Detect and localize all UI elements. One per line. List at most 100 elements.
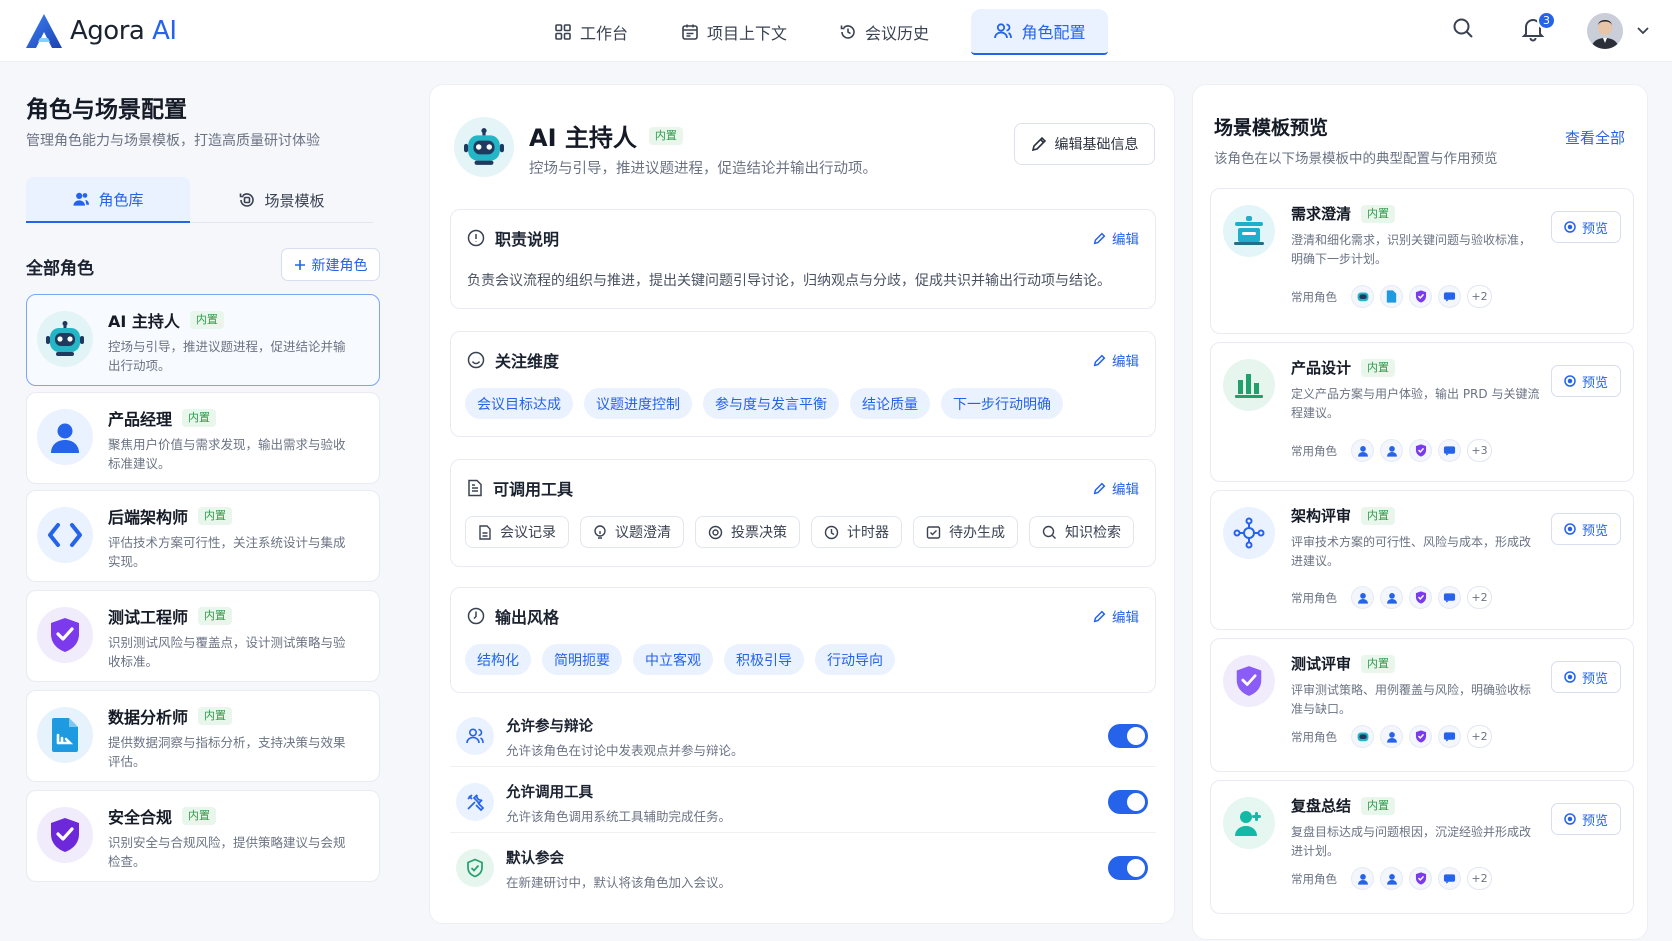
pencil-icon	[1031, 136, 1046, 152]
role-title: AI 主持人	[529, 124, 637, 152]
scene-card-product-design[interactable]: 产品设计 内置 定义产品方案与用户体验，输出 PRD 与关键流程建议。 预览 常用…	[1210, 342, 1634, 482]
duty-section: 职责说明 编辑 负责会议流程的组织与推进，提出关键问题引导讨论，归纳观点与分歧，…	[450, 209, 1156, 309]
role-card-product-manager[interactable]: 产品经理 内置 聚焦用户价值与需求发现，输出需求与验收标准建议。	[26, 392, 380, 484]
user-avatar[interactable]	[1587, 13, 1623, 49]
robot-icon	[37, 311, 93, 367]
default-join-toggle[interactable]	[1108, 856, 1148, 880]
toggle-desc: 在新建研讨中，默认将该角色加入会议。	[506, 875, 732, 890]
nav-project-context[interactable]: 项目上下文	[664, 9, 804, 55]
chart-icon	[1223, 359, 1275, 411]
tab-role-library[interactable]: 角色库	[26, 177, 190, 223]
debate-toggle[interactable]	[1108, 724, 1148, 748]
preview-button[interactable]: 预览	[1551, 661, 1621, 693]
person-icon	[1351, 586, 1374, 609]
vote-icon	[708, 525, 723, 539]
role-name: 产品经理	[108, 410, 173, 429]
tab-scene-templates[interactable]: 场景模板	[190, 177, 373, 223]
builtin-tag: 内置	[189, 311, 224, 329]
builtin-tag: 内置	[1361, 204, 1396, 223]
role-card-data-analyst[interactable]: 数据分析师 内置 提供数据洞察与指标分析，支持决策与效果评估。	[26, 690, 380, 782]
role-desc: 聚焦用户价值与需求发现，输出需求与验收标准建议。	[108, 437, 346, 471]
smile-icon	[467, 351, 485, 369]
role-detail-panel: AI 主持人 内置 控场与引导，推进议题进程，促造结论并输出行动项。 编辑基础信息…	[429, 84, 1175, 924]
scene-card-arch-review[interactable]: 架构评审 内置 评审技术方案的可行性、风险与成本，形成改进建议。 预览 常用角色 …	[1210, 490, 1634, 630]
scene-desc: 复盘目标达成与问题根因，沉淀经验并形成改进计划。	[1291, 825, 1532, 858]
logo[interactable]: Agora AI	[24, 12, 177, 50]
preview-button[interactable]: 预览	[1551, 803, 1621, 835]
common-roles: 常用角色 +2	[1291, 586, 1492, 609]
role-subtitle: 控场与引导，推进议题进程，促造结论并输出行动项。	[529, 161, 877, 177]
edit-basic-info-button[interactable]: 编辑基础信息	[1014, 123, 1155, 165]
edit-button[interactable]: 编辑	[1093, 478, 1139, 498]
person-icon	[1351, 867, 1374, 890]
view-all-link[interactable]: 查看全部	[1565, 127, 1625, 148]
role-name: 数据分析师	[108, 708, 189, 727]
edit-button[interactable]: 编辑	[1093, 606, 1139, 626]
scene-card-retrospective[interactable]: 复盘总结 内置 复盘目标达成与问题根因，沉淀经验并形成改进计划。 预览 常用角色 …	[1210, 780, 1634, 914]
preview-button[interactable]: 预览	[1551, 211, 1621, 243]
toggle-desc: 允许该角色调用系统工具辅助完成任务。	[506, 809, 732, 824]
scene-card-requirements[interactable]: 需求澄清 内置 澄清和细化需求，识别关键问题与验收标准，明确下一步计划。 预览 常…	[1210, 188, 1634, 334]
edit-button[interactable]: 编辑	[1093, 350, 1139, 370]
shield-check-icon	[37, 807, 93, 863]
preview-button[interactable]: 预览	[1551, 365, 1621, 397]
shield-check-icon	[1409, 285, 1432, 308]
robot-icon	[454, 117, 514, 177]
tool-chip[interactable]: 知识检索	[1029, 516, 1134, 548]
edit-button[interactable]: 编辑	[1093, 228, 1139, 248]
all-roles-label: 全部角色	[26, 259, 94, 279]
preview-button[interactable]: 预览	[1551, 513, 1621, 545]
tools-toggle[interactable]	[1108, 790, 1148, 814]
tool-chips: 会议记录 议题澄清 投票决策 计时器 待办生成 知识检索	[465, 516, 1134, 548]
panel-title: 场景模板预览	[1214, 117, 1329, 139]
style-chip: 结构化	[465, 644, 531, 675]
search-icon	[1042, 525, 1056, 539]
plus-icon	[294, 259, 305, 270]
focus-chip: 议题进度控制	[584, 388, 692, 419]
role-card-backend-architect[interactable]: 后端架构师 内置 评估技术方案可行性，关注系统设计与集成实现。	[26, 490, 380, 582]
bulb-icon	[594, 524, 606, 539]
role-name: AI 主持人	[108, 312, 180, 331]
person-icon	[1380, 725, 1403, 748]
role-card-ai-host[interactable]: AI 主持人 内置 控场与引导，推进议题进程，促进结论并输出行动项。	[26, 294, 380, 386]
builtin-tag: 内置	[182, 807, 217, 825]
chevron-down-icon[interactable]	[1636, 26, 1650, 36]
person-icon	[1380, 867, 1403, 890]
builtin-tag: 内置	[1361, 506, 1396, 525]
tool-chip[interactable]: 投票决策	[695, 516, 800, 548]
eye-icon	[1564, 671, 1576, 683]
nav-role-config[interactable]: 角色配置	[971, 9, 1108, 55]
page-subtitle: 管理角色能力与场景模板，打造高质量研讨体验	[26, 133, 320, 149]
shield-check-icon	[1223, 655, 1275, 707]
nav-workbench[interactable]: 工作台	[535, 9, 647, 55]
tool-chip[interactable]: 待办生成	[913, 516, 1018, 548]
role-card-test-engineer[interactable]: 测试工程师 内置 识别测试风险与覆盖点，设计测试策略与验收标准。	[26, 590, 380, 682]
tool-chip[interactable]: 计时器	[811, 516, 902, 548]
tools-section: 可调用工具 编辑 会议记录 议题澄清 投票决策 计时器 待办生成 知识检索	[450, 459, 1156, 567]
scene-card-test-review[interactable]: 测试评审 内置 评审测试策略、用例覆盖与风险，明确验收标准与缺口。 预览 常用角色…	[1210, 638, 1634, 772]
shield-check-icon	[1409, 586, 1432, 609]
role-desc: 识别安全与合规风险，提供策略建议与会规检查。	[108, 835, 346, 869]
shield-check-icon	[456, 849, 494, 887]
role-card-security-compliance[interactable]: 安全合规 内置 识别安全与合规风险，提供策略建议与会规检查。	[26, 790, 380, 882]
toggle-row-debate: 允许参与辩论 允许该角色在讨论中发表观点并参与辩论。	[450, 705, 1156, 767]
new-role-button[interactable]: 新建角色	[281, 248, 380, 281]
focus-section: 关注维度 编辑 会议目标达成 议题进度控制 参与度与发言平衡 结论质量 下一步行…	[450, 331, 1156, 437]
note-icon	[479, 524, 491, 540]
scene-desc: 评审测试策略、用例覆盖与风险，明确验收标准与缺口。	[1291, 683, 1532, 716]
person-icon	[1351, 439, 1374, 462]
section-title: 职责说明	[495, 230, 560, 249]
tool-chip[interactable]: 会议记录	[465, 516, 569, 548]
tool-chip[interactable]: 议题澄清	[580, 516, 684, 548]
role-name: 安全合规	[108, 808, 173, 827]
scene-name: 产品设计	[1291, 359, 1352, 377]
nav-meeting-history[interactable]: 会议历史	[822, 9, 946, 55]
more-roles: +2	[1467, 725, 1492, 748]
style-chip: 中立客观	[633, 644, 713, 675]
builtin-tag: 内置	[648, 126, 683, 145]
person-icon	[37, 409, 93, 465]
shield-check-icon	[1409, 725, 1432, 748]
toggle-title: 允许调用工具	[506, 785, 593, 801]
search-icon[interactable]	[1451, 16, 1475, 40]
common-roles: 常用角色 +3	[1291, 439, 1492, 462]
